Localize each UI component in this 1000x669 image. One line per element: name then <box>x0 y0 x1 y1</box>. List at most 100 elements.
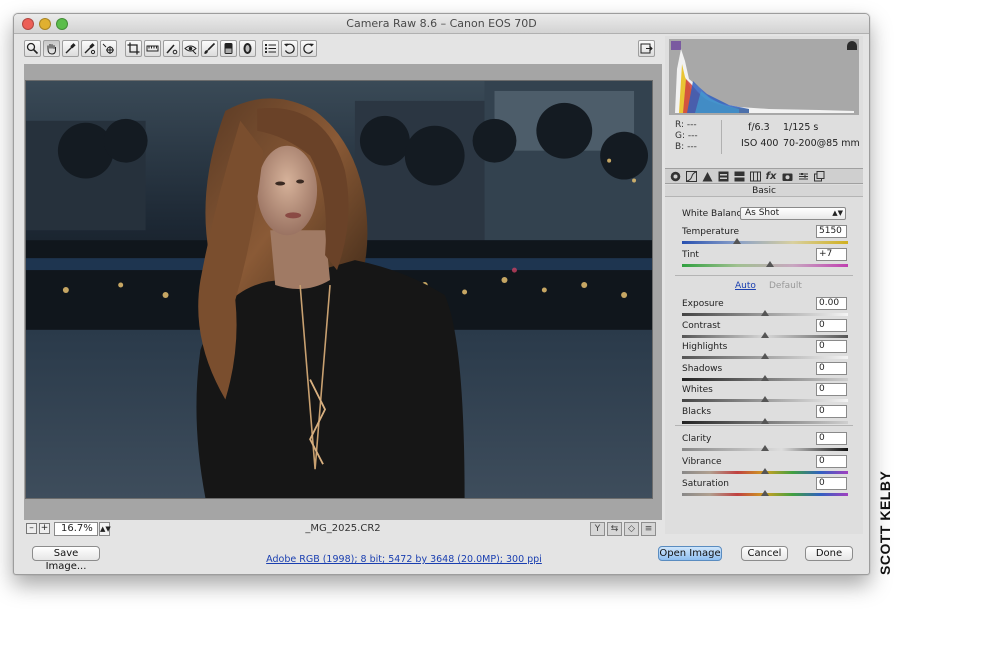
minimize-window-button[interactable] <box>39 18 51 30</box>
graduated-filter-tool[interactable] <box>220 40 237 57</box>
exposure-field[interactable]: 0.00 <box>816 297 847 310</box>
whites-slider-thumb[interactable] <box>761 396 769 402</box>
open-image-button[interactable]: Open Image <box>658 546 722 561</box>
tab-hsl[interactable] <box>716 170 730 183</box>
vibrance-field[interactable]: 0 <box>816 454 847 468</box>
tab-split-toning[interactable] <box>732 170 746 183</box>
preview-area <box>24 64 662 520</box>
separator <box>675 425 853 426</box>
camera-raw-window: Camera Raw 8.6 – Canon EOS 70D – + 16.7%… <box>13 13 870 575</box>
rotate-right-tool[interactable] <box>300 40 317 57</box>
hand-tool[interactable] <box>43 40 60 57</box>
clarity-label: Clarity <box>682 434 712 444</box>
detail-icon <box>702 172 712 182</box>
spot-removal-tool[interactable] <box>163 40 180 57</box>
saturation-field[interactable]: 0 <box>816 477 847 490</box>
tab-detail[interactable] <box>700 170 714 183</box>
exposure-label: Exposure <box>682 299 724 309</box>
tab-tone-curve[interactable] <box>684 170 698 183</box>
camera-icon <box>782 173 792 181</box>
rotate-left-tool[interactable] <box>281 40 298 57</box>
tab-snapshots[interactable] <box>812 170 826 183</box>
g-value: --- <box>687 131 698 141</box>
zoom-tool[interactable] <box>24 40 41 57</box>
vibrance-slider-thumb[interactable] <box>761 467 769 474</box>
before-after-button[interactable]: ⇆ <box>607 522 622 536</box>
temperature-slider-thumb[interactable] <box>732 238 741 244</box>
blacks-slider-thumb[interactable] <box>761 417 769 424</box>
whites-label: Whites <box>682 385 713 395</box>
histogram <box>669 39 859 115</box>
zoom-bar: – + 16.7% ▲▼ _MG_2025.CR2 Y ⇆ ◇ ≡ <box>24 521 662 539</box>
tint-label: Tint <box>682 250 699 260</box>
window-title: Camera Raw 8.6 – Canon EOS 70D <box>346 17 537 30</box>
toggle-settings-button[interactable]: ≡ <box>641 522 656 536</box>
adjustment-brush-tool[interactable] <box>201 40 218 57</box>
cancel-button[interactable]: Cancel <box>741 546 788 561</box>
lens-value: 70-200@85 mm <box>783 138 860 149</box>
target-adjust-icon <box>102 43 114 54</box>
title-bar[interactable]: Camera Raw 8.6 – Canon EOS 70D <box>14 14 869 34</box>
auto-link[interactable]: Auto <box>735 281 756 291</box>
shadows-field[interactable]: 0 <box>816 361 847 375</box>
rotate-cw-icon <box>303 43 314 54</box>
saturation-slider-thumb[interactable] <box>761 490 769 496</box>
highlights-field[interactable]: 0 <box>816 340 847 353</box>
tint-field[interactable]: +7 <box>816 248 847 261</box>
swap-settings-button[interactable]: ◇ <box>624 522 639 536</box>
highlights-slider-thumb[interactable] <box>761 353 769 359</box>
list-icon <box>265 44 276 53</box>
select-arrows-icon: ▲▼ <box>832 209 843 217</box>
default-link[interactable]: Default <box>769 281 802 291</box>
highlights-label: Highlights <box>682 342 728 352</box>
r-value: --- <box>686 120 697 130</box>
white-balance-tool[interactable] <box>62 40 79 57</box>
tab-presets[interactable] <box>796 170 810 183</box>
tint-slider-thumb[interactable] <box>765 261 774 267</box>
contrast-slider-thumb[interactable] <box>761 331 769 338</box>
panel-tabs: fx <box>665 168 863 184</box>
exposure-slider-thumb[interactable] <box>761 310 769 316</box>
r-label: R: <box>675 120 685 130</box>
photo-preview[interactable] <box>25 80 653 499</box>
histogram-graph <box>675 49 854 113</box>
temperature-field[interactable]: 5150 <box>816 225 847 238</box>
vibrance-label: Vibrance <box>682 456 722 467</box>
done-button[interactable]: Done <box>805 546 853 561</box>
radial-filter-tool[interactable] <box>239 40 256 57</box>
fullscreen-toggle[interactable] <box>638 40 655 57</box>
shadows-label: Shadows <box>682 363 723 374</box>
tab-effects[interactable]: fx <box>764 170 778 183</box>
red-eye-tool[interactable] <box>182 40 199 57</box>
color-sampler-icon <box>84 43 96 55</box>
tab-camera-calibration[interactable] <box>780 170 794 183</box>
iso-value: ISO 400 <box>741 138 779 149</box>
save-image-button[interactable]: Save Image... <box>32 546 100 572</box>
saturation-label: Saturation <box>682 479 729 489</box>
preferences-tool[interactable] <box>262 40 279 57</box>
clarity-field[interactable]: 0 <box>816 432 847 445</box>
tab-basic[interactable] <box>668 170 682 183</box>
whites-field[interactable]: 0 <box>816 383 847 396</box>
shadows-slider-thumb[interactable] <box>761 374 769 381</box>
shutter-value: 1/125 s <box>783 122 819 133</box>
fullscreen-icon <box>640 43 653 54</box>
workflow-options-link[interactable]: Adobe RGB (1998); 8 bit; 5472 by 3648 (2… <box>254 554 554 565</box>
contrast-field[interactable]: 0 <box>816 318 847 332</box>
white-balance-select[interactable]: As Shot ▲▼ <box>740 207 846 220</box>
close-window-button[interactable] <box>22 18 34 30</box>
view-mode-button[interactable]: Y <box>590 522 605 536</box>
temperature-slider[interactable] <box>682 241 848 244</box>
crop-icon <box>127 42 140 55</box>
split-toning-icon <box>734 171 744 182</box>
straighten-tool[interactable] <box>144 40 161 57</box>
clarity-slider-thumb[interactable] <box>761 445 769 451</box>
tab-lens-corrections[interactable] <box>748 170 762 183</box>
blacks-field[interactable]: 0 <box>816 404 847 418</box>
color-sampler-tool[interactable] <box>81 40 98 57</box>
curve-icon <box>685 171 697 182</box>
crop-tool[interactable] <box>125 40 142 57</box>
lens-icon <box>749 171 761 182</box>
targeted-adjustment-tool[interactable] <box>100 40 117 57</box>
zoom-window-button[interactable] <box>56 18 68 30</box>
